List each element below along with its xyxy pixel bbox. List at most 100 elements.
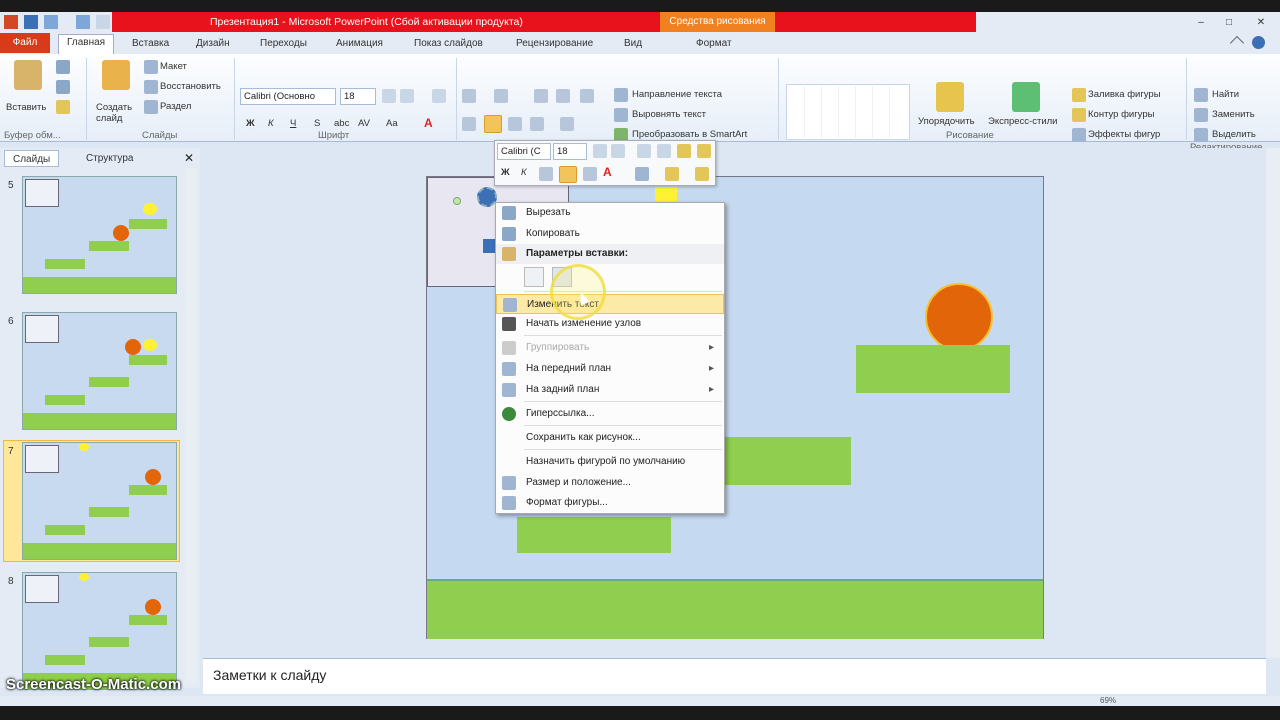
mini-align-right-icon[interactable] [583,167,597,181]
replace-label[interactable]: Заменить [1212,109,1255,120]
mini-painter-icon[interactable] [695,167,709,181]
tab-review[interactable]: Рецензирование [508,36,601,51]
arrange-label[interactable]: Упорядочить [918,116,975,127]
mini-italic-icon[interactable]: К [521,167,527,178]
text-direction-label[interactable]: Направление текста [632,89,722,100]
shapes-gallery-items[interactable] [788,86,906,138]
menu-item-cut[interactable]: Вырезать [496,203,724,223]
menu-item-save-as-picture[interactable]: Сохранить как рисунок... [496,428,724,448]
find-icon[interactable] [1194,88,1208,102]
align-text-icon[interactable] [614,108,628,122]
numbering-icon[interactable] [494,89,508,103]
tab-home[interactable]: Главная [58,34,115,54]
line-spacing-icon[interactable] [580,89,594,103]
spacing-icon[interactable]: AV [358,118,370,129]
find-label[interactable]: Найти [1212,89,1239,100]
mini-size-combo[interactable]: 18 [553,143,587,160]
platform-left[interactable] [517,517,671,553]
replace-icon[interactable] [1194,108,1208,122]
layout-icon[interactable] [144,60,158,74]
paste-icon[interactable] [14,60,42,90]
mini-format-painter-icon[interactable] [677,144,691,158]
mini-font-color-icon[interactable]: A [603,165,612,179]
tab-transitions[interactable]: Переходы [252,36,315,51]
shape-effects-label[interactable]: Эффекты фигур [1088,129,1160,140]
star-shape[interactable] [655,187,677,201]
justify-icon[interactable] [530,117,544,131]
menu-item-format-shape[interactable]: Формат фигуры... [496,493,724,513]
shape-fill-icon[interactable] [1072,88,1086,102]
notes-pane[interactable]: Заметки к слайду [203,658,1266,694]
ground-shape[interactable] [427,579,1043,639]
shape-outline-label[interactable]: Контур фигуры [1088,109,1154,120]
select-label[interactable]: Выделить [1212,129,1256,140]
menu-item-send-backward[interactable]: На задний план ▸ [496,380,724,400]
select-icon[interactable] [1194,128,1208,142]
slide-thumbnail-5[interactable] [22,176,177,294]
font-size-combo[interactable]: 18 [340,88,376,105]
quick-styles-label[interactable]: Экспресс-стили [988,116,1057,127]
customize-qat-icon[interactable] [96,15,110,29]
reset-label[interactable]: Восстановить [160,81,221,92]
tab-design[interactable]: Дизайн [188,36,238,51]
close-pane-icon[interactable]: ✕ [184,151,194,165]
tab-view[interactable]: Вид [616,36,650,51]
mini-styles-icon[interactable] [697,144,711,158]
copy-icon[interactable] [56,80,70,94]
reset-icon[interactable] [144,80,158,94]
slide-thumbnail-8[interactable] [22,572,177,690]
menu-item-set-default-shape[interactable]: Назначить фигурой по умолчанию [496,452,724,472]
smartart-label[interactable]: Преобразовать в SmartArt [632,129,747,140]
tab-slideshow[interactable]: Показ слайдов [406,36,491,51]
section-icon[interactable] [144,100,158,114]
tab-file[interactable]: Файл [0,33,50,53]
cut-icon[interactable] [56,60,70,74]
strikethrough-icon[interactable]: abc [334,118,349,129]
shape-fill-label[interactable]: Заливка фигуры [1088,89,1161,100]
maximize-button[interactable]: □ [1218,16,1240,29]
arrange-icon[interactable] [936,82,964,112]
font-color-icon[interactable]: A [424,116,433,130]
ball-shape[interactable] [925,283,993,351]
bold-icon[interactable]: Ж [246,118,255,129]
slide-thumbnail-6[interactable] [22,312,177,430]
menu-item-group[interactable]: Группировать ▸ [496,338,724,358]
shrink-font-icon[interactable] [400,89,414,103]
mini-bold-icon[interactable]: Ж [501,167,510,178]
tab-insert[interactable]: Вставка [124,36,177,51]
new-slide-icon[interactable] [102,60,130,90]
close-button[interactable]: ✕ [1246,16,1276,29]
decrease-indent-icon[interactable] [534,89,548,103]
rotation-handle[interactable] [453,197,461,205]
paste-keep-format-icon[interactable] [524,267,544,287]
section-label[interactable]: Раздел [160,101,191,112]
save-icon[interactable] [24,15,38,29]
collapse-ribbon-icon[interactable] [1229,35,1245,51]
columns-icon[interactable] [560,117,574,131]
slides-pane-scrollbar[interactable] [185,168,198,683]
tab-animation[interactable]: Анимация [328,36,391,51]
shape-outline-icon[interactable] [1072,108,1086,122]
align-right-icon[interactable] [508,117,522,131]
change-case-icon[interactable]: Aa [386,118,398,129]
align-text-label[interactable]: Выровнять текст [632,109,706,120]
shape-effects-icon[interactable] [1072,128,1086,142]
menu-item-bring-forward[interactable]: На передний план ▸ [496,359,724,379]
mini-font-combo[interactable]: Calibri (С [497,143,551,160]
mini-indent2-icon[interactable] [657,144,671,158]
layout-label[interactable]: Макет [160,61,187,72]
mini-align-center-icon[interactable] [559,166,577,183]
undo-icon[interactable] [44,15,58,29]
paste-button-label[interactable]: Вставить [6,102,46,113]
menu-item-copy[interactable]: Копировать [496,224,724,244]
tab-slides[interactable]: Слайды [4,150,60,167]
mini-fill-icon[interactable] [635,167,649,181]
text-direction-icon[interactable] [614,88,628,102]
grow-font-icon[interactable] [382,89,396,103]
menu-item-size-position[interactable]: Размер и положение... [496,473,724,493]
font-name-combo[interactable]: Calibri (Основно [240,88,336,105]
mini-indent-icon[interactable] [637,144,651,158]
bullets-icon[interactable] [462,89,476,103]
help-icon[interactable] [1252,36,1265,49]
italic-icon[interactable]: К [268,118,274,129]
